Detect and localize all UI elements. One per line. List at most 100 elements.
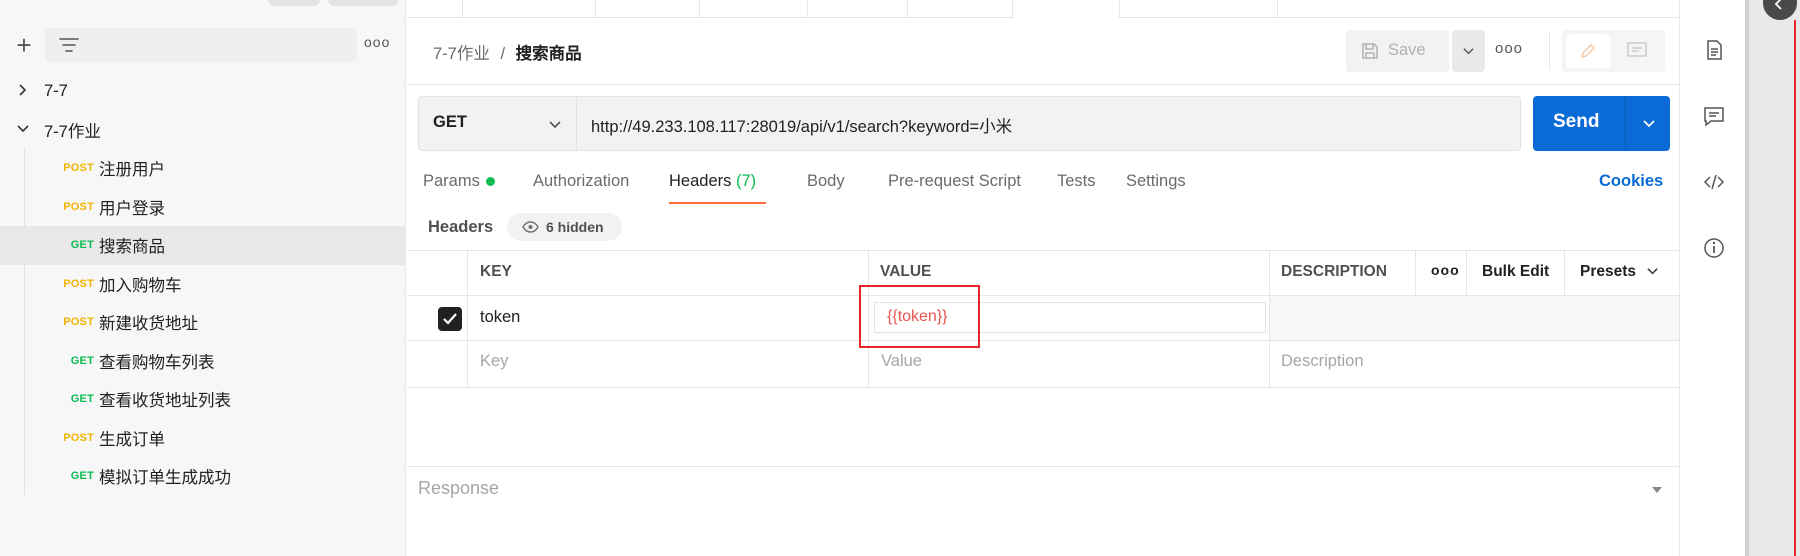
save-button[interactable]: Save bbox=[1346, 30, 1449, 72]
chevron-down-icon[interactable] bbox=[1642, 117, 1656, 131]
header-divider-line bbox=[407, 84, 1679, 85]
hidden-headers-toggle[interactable]: 6 hidden bbox=[507, 213, 622, 241]
header-enabled-checkbox[interactable] bbox=[438, 307, 462, 331]
method-badge: POST bbox=[63, 277, 94, 290]
pencil-icon bbox=[1580, 43, 1596, 59]
request-item[interactable]: POST 新建收货地址 bbox=[0, 303, 406, 342]
request-item-active[interactable]: GET 搜索商品 bbox=[0, 226, 406, 265]
method-select[interactable]: GET bbox=[419, 97, 577, 150]
column-options-button[interactable]: ooo bbox=[1431, 262, 1460, 278]
active-tab-indicator bbox=[669, 202, 766, 204]
table-col-divider bbox=[1415, 250, 1416, 295]
filter-input[interactable] bbox=[45, 28, 357, 62]
method-badge: POST bbox=[63, 431, 94, 444]
comment-icon bbox=[1627, 42, 1647, 57]
tab-body[interactable]: Body bbox=[807, 172, 845, 191]
tab-divider bbox=[1277, 0, 1278, 17]
postman-window: + ooo 7-7 7-7作业 POST 注册用户 POST 用户登录 GET … bbox=[0, 0, 1800, 556]
cookies-link[interactable]: Cookies bbox=[1599, 172, 1663, 191]
sidebar-tab-stub[interactable] bbox=[268, 0, 320, 6]
more-actions-button[interactable]: ooo bbox=[1495, 40, 1523, 57]
request-label: 搜索商品 bbox=[99, 238, 165, 257]
request-item[interactable]: GET 查看收货地址列表 bbox=[0, 380, 406, 419]
table-col-divider bbox=[467, 250, 468, 388]
value-placeholder-input[interactable]: Value bbox=[881, 352, 922, 371]
tab-params[interactable]: Params bbox=[423, 172, 495, 191]
tab-prerequest-script[interactable]: Pre-request Script bbox=[888, 172, 1021, 191]
new-collection-button[interactable]: + bbox=[10, 32, 38, 60]
breadcrumb-parent[interactable]: 7-7作业 bbox=[433, 45, 490, 63]
filter-icon bbox=[59, 38, 79, 52]
method-badge: GET bbox=[70, 393, 94, 406]
info-icon[interactable] bbox=[1702, 236, 1726, 260]
method-badge: GET bbox=[70, 354, 94, 367]
eye-icon bbox=[522, 221, 539, 233]
header-key-cell[interactable]: token bbox=[480, 308, 520, 327]
hidden-count: 6 hidden bbox=[546, 219, 604, 235]
header-divider bbox=[1549, 32, 1550, 70]
description-placeholder-input[interactable]: Description bbox=[1281, 352, 1364, 371]
request-label: 模拟订单生成成功 bbox=[99, 469, 231, 488]
folder-7-7-homework[interactable]: 7-7作业 bbox=[0, 111, 406, 150]
sidebar-more-button[interactable]: ooo bbox=[364, 34, 390, 50]
breadcrumb-current[interactable]: 搜索商品 bbox=[516, 45, 582, 63]
table-col-divider bbox=[1564, 250, 1565, 295]
sidebar-tab-stub[interactable] bbox=[328, 0, 398, 6]
send-button[interactable]: Send bbox=[1533, 96, 1670, 151]
check-icon bbox=[443, 313, 457, 325]
folder-label: 7-7作业 bbox=[44, 122, 101, 141]
headers-table: KEY VALUE DESCRIPTION ooo Bulk Edit Pres… bbox=[407, 250, 1679, 388]
method-badge: GET bbox=[70, 239, 94, 252]
tab-headers[interactable]: Headers (7) bbox=[669, 172, 756, 191]
request-label: 查看收货地址列表 bbox=[99, 392, 231, 411]
request-label: 查看购物车列表 bbox=[99, 353, 215, 372]
tab-label: Tests bbox=[1057, 172, 1096, 190]
tab-active[interactable] bbox=[1012, 0, 1120, 18]
tab-divider bbox=[807, 0, 808, 17]
table-border bbox=[407, 387, 1679, 388]
documentation-icon[interactable] bbox=[1702, 38, 1726, 62]
tab-authorization[interactable]: Authorization bbox=[533, 172, 629, 191]
request-item[interactable]: POST 加入购物车 bbox=[0, 265, 406, 304]
request-editor: 7-7作业 / 搜索商品 Save ooo GET http://49.233.… bbox=[407, 0, 1679, 556]
chevron-down-icon bbox=[1647, 268, 1658, 275]
tab-tests[interactable]: Tests bbox=[1057, 172, 1096, 191]
request-label: 用户登录 bbox=[99, 199, 165, 218]
tab-label: Params bbox=[423, 172, 480, 190]
method-value: GET bbox=[433, 113, 467, 131]
tab-label: Authorization bbox=[533, 172, 630, 190]
request-item[interactable]: GET 查看购物车列表 bbox=[0, 342, 406, 381]
comments-icon[interactable] bbox=[1702, 104, 1726, 128]
request-item[interactable]: GET 模拟订单生成成功 bbox=[0, 457, 406, 496]
collapse-button[interactable] bbox=[1763, 0, 1797, 20]
view-mode-toggle bbox=[1562, 30, 1665, 72]
edit-mode-button[interactable] bbox=[1566, 34, 1610, 68]
response-divider bbox=[407, 466, 1679, 467]
tab-settings[interactable]: Settings bbox=[1126, 172, 1186, 191]
tab-divider bbox=[699, 0, 700, 17]
column-header-value: VALUE bbox=[880, 263, 932, 280]
url-input[interactable]: http://49.233.108.117:28019/api/v1/searc… bbox=[591, 113, 1012, 137]
table-col-divider bbox=[1466, 250, 1467, 295]
chevron-down-icon bbox=[1463, 48, 1474, 55]
request-item[interactable]: POST 用户登录 bbox=[0, 188, 406, 227]
bulk-edit-button[interactable]: Bulk Edit bbox=[1482, 263, 1549, 281]
method-badge: POST bbox=[63, 162, 94, 175]
edge-shadow bbox=[1745, 0, 1749, 556]
chevron-right-icon bbox=[19, 84, 27, 96]
breadcrumb: 7-7作业 / 搜索商品 bbox=[433, 40, 582, 64]
response-label: Response bbox=[418, 478, 500, 498]
save-dropdown-button[interactable] bbox=[1452, 30, 1485, 72]
code-icon[interactable] bbox=[1702, 170, 1726, 194]
presets-label: Presets bbox=[1580, 263, 1637, 280]
presets-button[interactable]: Presets bbox=[1580, 263, 1659, 281]
table-border bbox=[407, 340, 1679, 341]
caret-down-icon[interactable] bbox=[1651, 486, 1663, 494]
key-placeholder-input[interactable]: Key bbox=[480, 352, 508, 371]
request-item[interactable]: POST 注册用户 bbox=[0, 149, 406, 188]
description-cell[interactable] bbox=[1269, 296, 1679, 340]
send-label: Send bbox=[1553, 111, 1600, 132]
request-item[interactable]: POST 生成订单 bbox=[0, 419, 406, 458]
send-divider bbox=[1625, 96, 1626, 151]
folder-7-7[interactable]: 7-7 bbox=[0, 72, 406, 111]
